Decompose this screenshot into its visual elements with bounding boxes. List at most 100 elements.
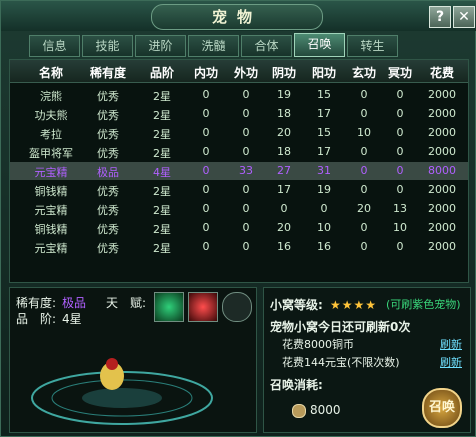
table-cell: 2星 (153, 90, 171, 103)
table-row[interactable]: 浣熊 优秀 2星 0 0 19 15 0 0 2000 (10, 86, 468, 104)
table-cell: 2000 (428, 145, 456, 158)
rarity-value: 极品 (62, 296, 87, 310)
table-cell: 2星 (153, 204, 171, 217)
table-cell: 0 (242, 107, 250, 120)
table-cell: 0 (280, 202, 288, 215)
column-header: 外功 (233, 66, 258, 80)
grade-label: 品 阶: (16, 312, 57, 326)
tab-skills[interactable]: 技能 (82, 35, 133, 57)
cost-ingot: 花费144元宝(不限次数) (282, 356, 400, 369)
table-cell: 17 (317, 107, 331, 120)
table-cell: 0 (360, 107, 368, 120)
table-cell: 0 (202, 88, 210, 101)
table-cell: 0 (202, 126, 210, 139)
tab-advance[interactable]: 进阶 (135, 35, 186, 57)
pet-preview-panel: 稀有度: 极品 品 阶: 4星 天 赋: (9, 287, 257, 433)
talent-skill-icon-1[interactable] (154, 292, 184, 322)
table-cell: 优秀 (97, 204, 119, 217)
table-cell: 19 (277, 88, 291, 101)
table-cell: 2000 (428, 221, 456, 234)
table-cell: 13 (393, 202, 407, 215)
pet-model-icon (31, 358, 213, 425)
talent-label: 天 赋: (106, 296, 147, 310)
table-row[interactable]: 铜钱精 优秀 2星 0 0 17 19 0 0 2000 (10, 181, 468, 199)
window-title: 宠物 (151, 4, 323, 30)
table-cell: 0 (242, 126, 250, 139)
table-cell: 浣熊 (40, 90, 62, 103)
table-row[interactable]: 考拉 优秀 2星 0 0 20 15 10 0 2000 (10, 124, 468, 142)
title-bar[interactable]: 宠物 ? ✕ (1, 1, 476, 31)
den-level-label: 小窝等级: (270, 298, 323, 312)
table-cell: 0 (360, 240, 368, 253)
table-cell: 2000 (428, 107, 456, 120)
tab-refine[interactable]: 洗髓 (188, 35, 239, 57)
table-cell: 10 (317, 221, 331, 234)
table-cell: 2星 (153, 223, 171, 236)
refresh-ingot-link[interactable]: 刷新 (440, 354, 462, 370)
table-cell: 元宝精 (34, 166, 68, 179)
tab-rebirth[interactable]: 转生 (347, 35, 398, 57)
table-cell: 优秀 (97, 185, 119, 198)
table-cell: 10 (357, 126, 371, 139)
table-cell: 17 (317, 145, 331, 158)
talent-skill-icon-3[interactable] (222, 292, 252, 322)
close-button[interactable]: ✕ (453, 6, 475, 28)
table-cell: 考拉 (40, 128, 62, 141)
table-cell: 0 (396, 88, 404, 101)
table-row[interactable]: 元宝精 优秀 2星 0 0 0 0 20 13 2000 (10, 200, 468, 218)
table-cell: 0 (396, 240, 404, 253)
table-cell: 20 (277, 126, 291, 139)
table-row[interactable]: 功夫熊 优秀 2星 0 0 18 17 0 0 2000 (10, 105, 468, 123)
refresh-copper-link[interactable]: 刷新 (440, 336, 462, 352)
table-header: 名称 稀有度 品阶 内功 外功 阴功 阳功 玄功 冥功 花费 (10, 60, 468, 83)
column-header: 品阶 (149, 66, 174, 80)
table-cell: 0 (396, 183, 404, 196)
summon-button[interactable]: 召唤 (422, 388, 462, 428)
pet-window: 宠物 ? ✕ 信息 技能 进阶 洗髓 合体 召唤 转生 名称 稀有度 品阶 内功 外功阴… (0, 0, 476, 437)
table-cell: 优秀 (97, 90, 119, 103)
table-cell: 0 (396, 126, 404, 139)
table-cell: 铜钱精 (34, 223, 68, 236)
table-row[interactable]: 元宝精 极品 4星 0 33 27 31 0 0 8000 (10, 162, 468, 180)
table-cell: 2000 (428, 240, 456, 253)
tab-bar: 信息 技能 进阶 洗髓 合体 召唤 转生 (29, 33, 398, 57)
table-cell: 0 (242, 221, 250, 234)
column-header: 阴功 (271, 66, 296, 80)
table-cell: 17 (277, 183, 291, 196)
table-cell: 0 (202, 164, 210, 177)
table-cell: 27 (277, 164, 291, 177)
table-cell: 优秀 (97, 128, 119, 141)
table-cell: 0 (202, 183, 210, 196)
table-cell: 盔甲将军 (29, 147, 73, 160)
table-row[interactable]: 元宝精 优秀 2星 0 0 16 16 0 0 2000 (10, 238, 468, 256)
table-cell: 极品 (97, 166, 119, 179)
table-cell: 0 (360, 221, 368, 234)
column-header: 阳功 (311, 66, 336, 80)
table-cell: 2000 (428, 126, 456, 139)
table-cell: 元宝精 (34, 204, 68, 217)
summon-cost-value: 8000 (310, 403, 341, 417)
column-header: 玄功 (351, 66, 376, 80)
tab-info[interactable]: 信息 (29, 35, 80, 57)
column-header: 稀有度 (89, 66, 126, 80)
table-cell: 20 (357, 202, 371, 215)
table-row[interactable]: 盔甲将军 优秀 2星 0 0 18 17 0 0 2000 (10, 143, 468, 161)
table-cell: 2星 (153, 109, 171, 122)
help-button[interactable]: ? (429, 6, 451, 28)
rarity-label: 稀有度: (16, 296, 57, 310)
copper-coin-icon (292, 404, 306, 418)
column-header: 名称 (38, 66, 63, 80)
table-cell: 18 (277, 107, 291, 120)
table-cell: 0 (242, 145, 250, 158)
tab-summon[interactable]: 召唤 (294, 33, 345, 57)
table-cell: 0 (202, 145, 210, 158)
table-cell: 功夫熊 (34, 109, 68, 122)
table-cell: 0 (360, 164, 368, 177)
column-header: 内功 (193, 66, 218, 80)
tab-merge[interactable]: 合体 (241, 35, 292, 57)
table-cell: 0 (360, 145, 368, 158)
table-cell: 0 (242, 202, 250, 215)
summon-panel: 小窝等级: ★★★★ (可刷紫色宠物) 宠物小窝今日还可刷新0次 花费8000铜… (263, 287, 471, 433)
talent-skill-icon-2[interactable] (188, 292, 218, 322)
table-row[interactable]: 铜钱精 优秀 2星 0 0 20 10 0 10 2000 (10, 219, 468, 237)
